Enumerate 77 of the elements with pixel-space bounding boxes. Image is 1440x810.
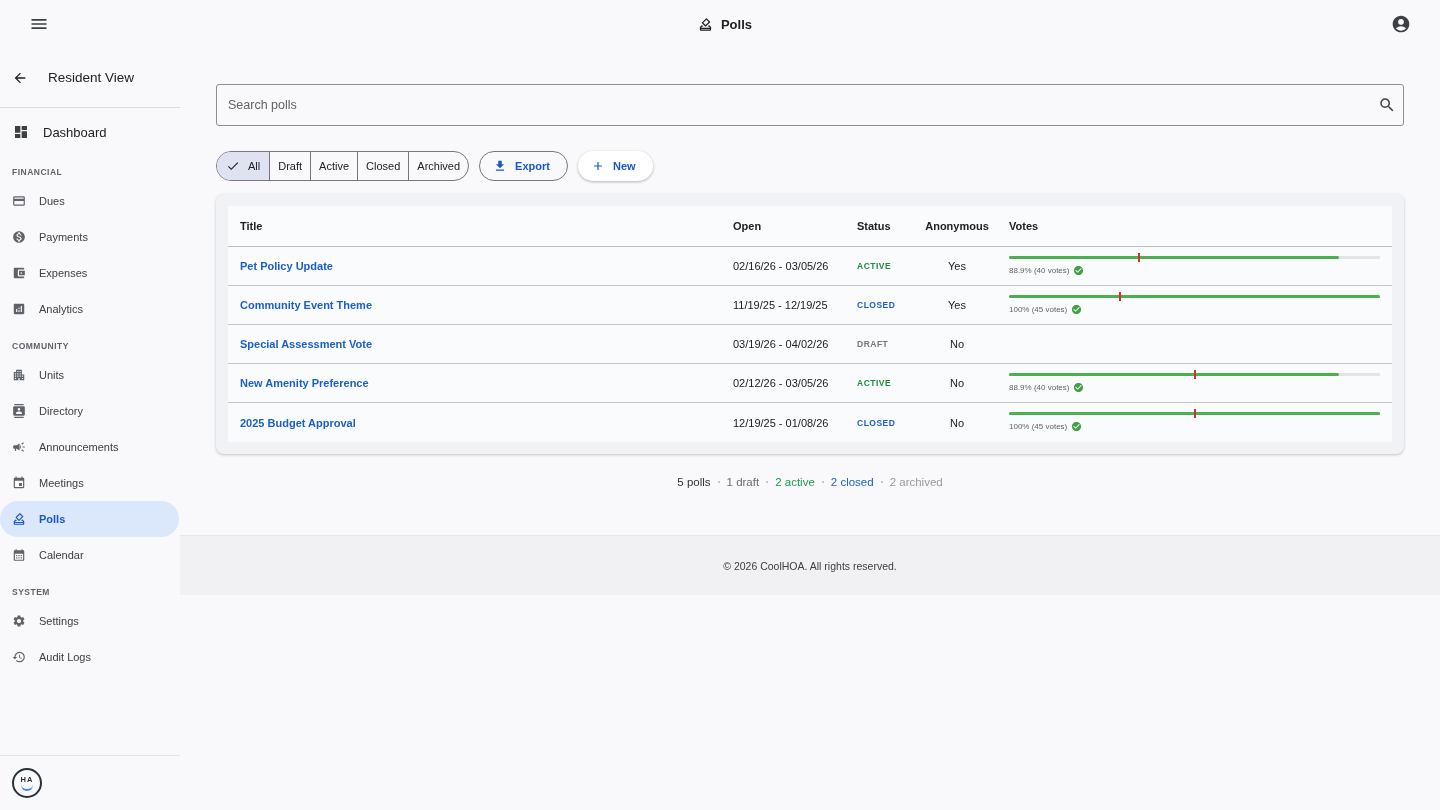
filter-tab[interactable]: Draft: [269, 152, 311, 180]
anonymous-value: Yes: [948, 299, 966, 311]
poll-title-link[interactable]: 2025 Budget Approval: [240, 416, 356, 429]
date-range-text: 12/19/25 - 01/08/26: [733, 416, 829, 429]
bar-chart-icon: [12, 302, 26, 316]
nav-item[interactable]: Settings: [0, 603, 179, 639]
building-icon: [12, 368, 26, 382]
section-heading: SYSTEM: [11, 586, 51, 599]
settings-icon: [12, 614, 26, 628]
poll-title-link[interactable]: New Amenity Preference: [240, 377, 369, 389]
status-label: CLOSED: [857, 300, 896, 310]
dollar-coin-icon: [12, 230, 26, 244]
date-range-text: 02/12/26 - 03/05/26: [733, 377, 829, 389]
section-heading: FINANCIAL: [11, 166, 64, 179]
vote-count-text: 100% (45 votes): [1009, 421, 1068, 432]
history-icon: [12, 650, 26, 664]
section-heading: COMMUNITY: [11, 340, 70, 353]
column-header: Title: [240, 220, 263, 232]
nav-item[interactable]: Payments: [0, 219, 179, 255]
filter-tab[interactable]: Active: [310, 152, 358, 180]
copyright-text: © 2026 CoolHOA. All rights reserved.: [723, 559, 897, 572]
search-icon[interactable]: [1378, 96, 1396, 114]
date-range-text: 11/19/25 - 12/19/25: [733, 299, 828, 311]
status-label: DRAFT: [857, 339, 889, 349]
anonymous-value: No: [949, 377, 965, 389]
anonymous-value: No: [949, 416, 965, 429]
status-label: CLOSED: [857, 417, 896, 428]
new-button[interactable]: New: [577, 151, 653, 181]
anonymous-value: Yes: [948, 260, 966, 272]
nav-item[interactable]: Meetings: [0, 465, 179, 501]
summary-count: 5 polls: [677, 476, 711, 488]
summary-count: 2 archived: [889, 476, 943, 488]
filter-tab[interactable]: Closed: [357, 152, 409, 180]
anonymous-value: No: [949, 338, 965, 350]
contact-card-icon: [12, 404, 26, 418]
status-label: ACTIVE: [857, 261, 892, 271]
page-title: Polls: [720, 16, 753, 32]
poll-title-link[interactable]: Community Event Theme: [240, 299, 373, 311]
nav-item[interactable]: Units: [0, 357, 179, 393]
column-header: Open: [733, 220, 762, 232]
wallet-icon: [12, 266, 26, 280]
nav-item[interactable]: Announcements: [0, 429, 179, 465]
nav-item[interactable]: Analytics: [0, 291, 179, 327]
ballot-box-icon: [12, 512, 26, 526]
nav-item[interactable]: Dues: [0, 183, 179, 219]
account-icon[interactable]: [1391, 14, 1411, 34]
nav-item[interactable]: Audit Logs: [0, 639, 179, 675]
column-header: Votes: [1009, 220, 1039, 232]
vote-count-text: 88.9% (40 votes): [1009, 265, 1070, 276]
date-range-text: 03/19/26 - 04/02/26: [733, 338, 829, 350]
column-header: Status: [857, 220, 891, 232]
status-label: ACTIVE: [857, 378, 892, 388]
nav-item[interactable]: Polls: [0, 501, 179, 537]
nav-item[interactable]: Directory: [0, 393, 179, 429]
summary-count: 2 closed: [830, 476, 874, 488]
calendar-icon: [12, 548, 26, 562]
check-icon: [226, 159, 240, 173]
summary-count: 2 active: [775, 476, 815, 488]
date-range-text: 02/16/26 - 03/05/26: [733, 260, 829, 272]
filter-tab[interactable]: Archived: [408, 152, 469, 180]
search-field[interactable]: Search polls: [216, 84, 1404, 126]
poll-title-link[interactable]: Special Assessment Vote: [240, 338, 373, 350]
nav-item[interactable]: Expenses: [0, 255, 179, 291]
vote-count-text: 88.9% (40 votes): [1009, 382, 1070, 393]
filter-tab[interactable]: All: [217, 152, 270, 180]
nav-item[interactable]: Dashboard: [0, 111, 179, 153]
nav-item[interactable]: Calendar: [0, 537, 179, 573]
credit-card-icon: [12, 194, 26, 208]
calendar-icon: [12, 476, 26, 490]
megaphone-icon: [12, 440, 26, 454]
vote-count-text: 100% (45 votes): [1009, 304, 1068, 315]
dashboard-icon: [13, 124, 29, 140]
ballot-box-icon: [697, 16, 713, 32]
poll-title-link[interactable]: Pet Policy Update: [240, 260, 333, 272]
summary-count: 1 draft: [726, 476, 760, 488]
back-link[interactable]: Resident View: [0, 48, 180, 108]
column-header: Anonymous: [925, 220, 989, 232]
